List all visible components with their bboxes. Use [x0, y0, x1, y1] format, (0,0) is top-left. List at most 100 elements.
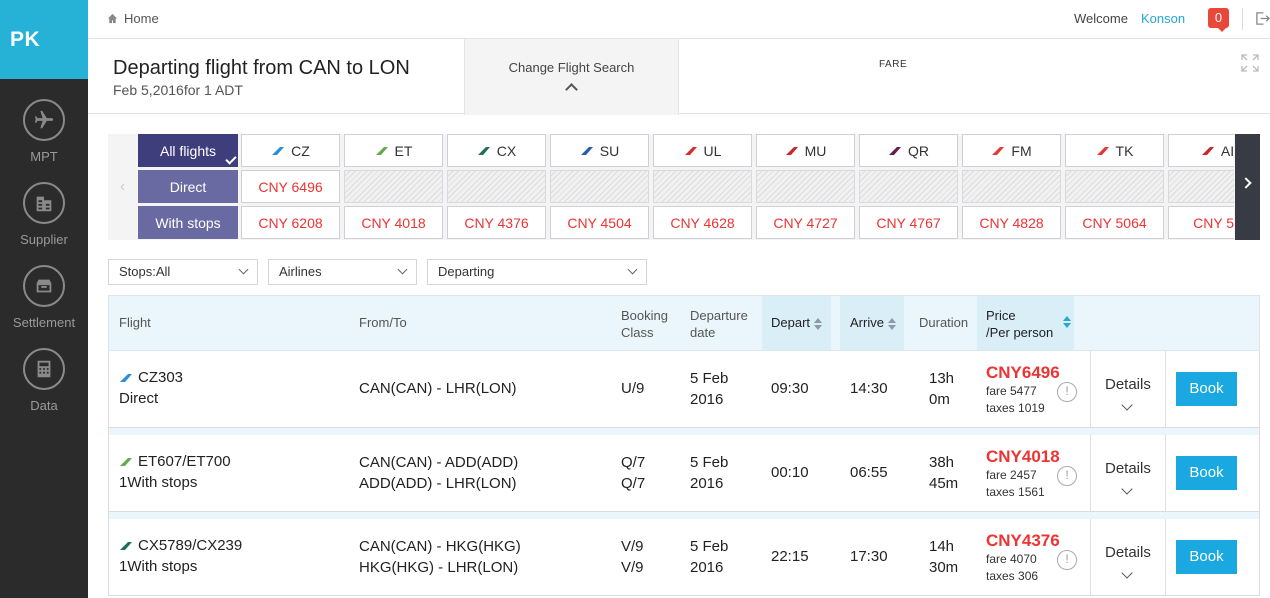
pkfare-logo[interactable]: PK FARE [0, 0, 907, 79]
col-flight: Flight [119, 315, 151, 330]
book-button[interactable]: Book [1176, 372, 1237, 406]
matrix-airline-mu[interactable]: MU [756, 134, 855, 167]
row-divider [1165, 435, 1166, 511]
info-icon[interactable]: ! [1057, 466, 1077, 486]
matrix-airline-su[interactable]: SU [550, 134, 649, 167]
matrix-empty-cell [1168, 170, 1234, 203]
depart-time: 09:30 [771, 380, 809, 397]
change-flight-search-button[interactable]: Change Flight Search [464, 39, 679, 115]
matrix-price-value: CNY 58 [1193, 214, 1234, 231]
route-leg-2: HKG(HKG) - LHR(LON) [359, 559, 519, 576]
matrix-airline-ul[interactable]: UL [653, 134, 752, 167]
matrix-airline-et[interactable]: ET [344, 134, 443, 167]
col-price-line2: /Per person [986, 324, 1053, 341]
sidebar-item-data[interactable]: Data [0, 348, 88, 413]
route-leg-1: CAN(CAN) - HKG(HKG) [359, 538, 521, 555]
info-icon[interactable]: ! [1057, 550, 1077, 570]
chevron-down-icon [238, 264, 249, 275]
airline-logo-icon [684, 146, 697, 155]
matrix-stops-price[interactable]: CNY 4828 [962, 206, 1061, 239]
chevron-down-icon[interactable] [1121, 567, 1133, 579]
col-arrive-sort[interactable]: Arrive [850, 315, 897, 330]
sidebar-item-supplier[interactable]: Supplier [0, 182, 88, 247]
matrix-stops-price[interactable]: CNY 58 [1168, 206, 1234, 239]
leg-origin: CAN [359, 380, 391, 397]
details-toggle[interactable]: Details [1105, 544, 1151, 561]
col-duration: Duration [919, 315, 969, 330]
matrix-direct-label[interactable]: Direct [138, 170, 238, 203]
col-price-line2-label: /Per person [986, 325, 1054, 340]
matrix-airline-ai[interactable]: AI [1168, 134, 1234, 167]
matrix-direct-price[interactable]: CNY 6496 [241, 170, 340, 203]
airlines-filter-select[interactable]: Airlines [268, 259, 417, 285]
leg-origin: CAN [359, 454, 391, 471]
sort-icon [887, 317, 897, 330]
logout-icon[interactable] [1255, 11, 1270, 26]
total-price: CNY4376 [986, 531, 1060, 550]
change-flight-search-label: Change Flight Search [508, 60, 635, 75]
matrix-airline-qr[interactable]: QR [859, 134, 958, 167]
duration-hours: 13h [929, 370, 955, 387]
airline-logo-icon [120, 541, 132, 550]
matrix-airline-tk[interactable]: TK [1065, 134, 1164, 167]
matrix-next-arrow[interactable] [1235, 134, 1260, 240]
matrix-grid: All flights Direct With stops CZ CNY 6496… [138, 134, 1234, 240]
matrix-stops-price[interactable]: CNY 4628 [653, 206, 752, 239]
leg-destination-city: (LON) [475, 380, 517, 397]
chevron-down-icon [397, 264, 408, 275]
info-icon[interactable]: ! [1057, 382, 1077, 402]
airline-logo-icon [477, 146, 490, 155]
col-price-sort[interactable]: Price /Per person [986, 307, 1071, 341]
matrix-empty-cell [653, 170, 752, 203]
matrix-stops-price[interactable]: CNY 6208 [241, 206, 340, 239]
chevron-down-icon [627, 264, 638, 275]
details-toggle[interactable]: Details [1105, 460, 1151, 477]
matrix-all-flights[interactable]: All flights [138, 134, 238, 167]
matrix-prev-arrow[interactable]: ‹ [108, 134, 137, 240]
details-toggle[interactable]: Details [1105, 376, 1151, 393]
matrix-stops-price[interactable]: CNY 5064 [1065, 206, 1164, 239]
matrix-airline-cz[interactable]: CZ [241, 134, 340, 167]
col-price-line1: Price [986, 308, 1016, 323]
notification-badge[interactable]: 0 [1208, 8, 1229, 32]
col-depart-sort[interactable]: Depart [771, 315, 823, 330]
matrix-airline-cx[interactable]: CX [447, 134, 546, 167]
matrix-price-value: CNY 4628 [670, 214, 735, 231]
matrix-airline-fm[interactable]: FM [962, 134, 1061, 167]
leg-origin-city: (CAN) [390, 538, 433, 555]
welcome-text: Welcome [1074, 11, 1128, 26]
col-arrive-label: Arrive [850, 315, 884, 330]
matrix-empty-cell [859, 170, 958, 203]
matrix-price-value: CNY 4828 [979, 214, 1044, 231]
username-link[interactable]: Konson [1141, 11, 1185, 26]
departing-filter-select[interactable]: Departing [427, 259, 647, 285]
flight-number: CZ303 [119, 369, 183, 386]
matrix-with-stops-label[interactable]: With stops [138, 206, 238, 239]
fullscreen-icon[interactable] [1241, 54, 1259, 72]
matrix-stops-price[interactable]: CNY 4018 [344, 206, 443, 239]
sidebar-item-label: Settlement [12, 315, 76, 330]
sidebar-item-settlement[interactable]: Settlement [0, 265, 88, 330]
booking-class-1: Q/7 [621, 454, 646, 471]
page-subtitle: Feb 5,2016for 1 ADT [113, 82, 243, 98]
book-button[interactable]: Book [1176, 540, 1237, 574]
matrix-stops-price[interactable]: CNY 4767 [859, 206, 958, 239]
flight-number-text: CZ303 [138, 369, 184, 386]
airline-logo-icon [1096, 146, 1109, 155]
stops-filter-select[interactable]: Stops:All [108, 259, 258, 285]
chevron-down-icon[interactable] [1121, 399, 1133, 411]
airline-logo-icon [992, 146, 1005, 155]
matrix-stops-price[interactable]: CNY 4376 [447, 206, 546, 239]
stops-filter-value: Stops:All [119, 264, 171, 279]
breadcrumb-home[interactable]: Home [107, 11, 159, 26]
leg-destination-city: (LON) [475, 475, 517, 492]
col-booking-class: Booking Class [621, 307, 668, 341]
matrix-airline-code: AI [1220, 142, 1234, 159]
sidebar-item-mpt[interactable]: MPT [0, 99, 88, 164]
row-divider [1165, 519, 1166, 595]
book-button[interactable]: Book [1176, 456, 1237, 490]
depart-time: 00:10 [771, 464, 809, 481]
chevron-down-icon[interactable] [1121, 483, 1133, 495]
matrix-stops-price[interactable]: CNY 4727 [756, 206, 855, 239]
matrix-stops-price[interactable]: CNY 4504 [550, 206, 649, 239]
